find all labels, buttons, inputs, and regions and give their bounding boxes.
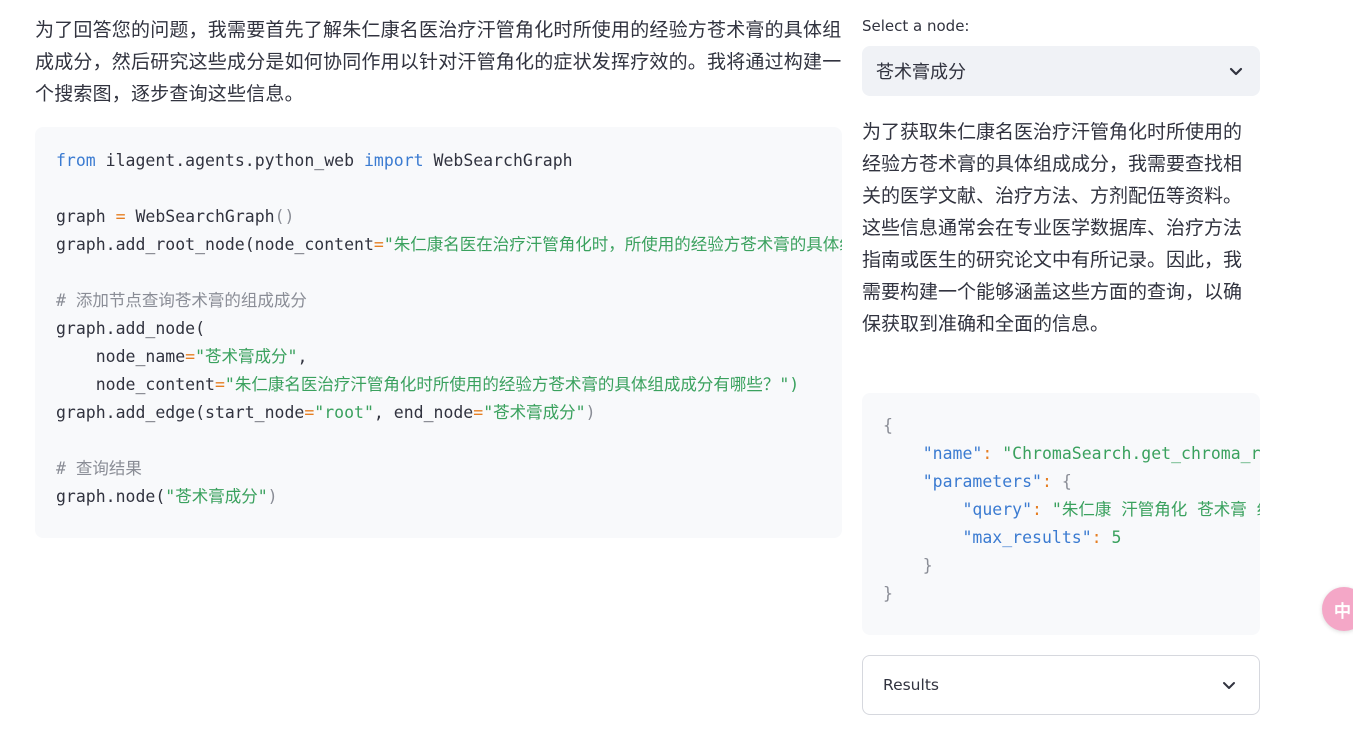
json-key: "name" <box>922 444 983 463</box>
code-text: ilagent.agents.python_web <box>95 151 364 170</box>
code-text: graph <box>56 207 106 226</box>
node-select-value: 苍术膏成分 <box>876 62 966 83</box>
results-label: Results <box>883 676 939 694</box>
json-punct: } <box>922 556 933 575</box>
json-colon: : <box>1032 500 1052 519</box>
json-key: "parameters" <box>922 472 1042 491</box>
code-text: graph.add_root_node(node_content <box>56 235 374 254</box>
code-string: "root" <box>314 403 374 422</box>
json-value: 5 <box>1111 528 1122 547</box>
node-description: 为了获取朱仁康名医治疗汗管角化时所使用的经验方苍术膏的具体组成成分，我需要查找相… <box>862 121 1243 335</box>
code-punct: ) <box>585 403 596 422</box>
json-punct: } <box>883 584 893 603</box>
json-colon: : <box>982 444 1003 463</box>
translate-icon: 中 <box>1334 601 1351 622</box>
code-text: graph.node( <box>56 487 166 506</box>
code-punct: ) <box>267 487 278 506</box>
code-keyword: from <box>56 151 96 170</box>
chevron-down-icon <box>1226 61 1246 81</box>
code-punct: () <box>274 207 295 226</box>
code-comment: # 查询结果 <box>56 459 142 478</box>
code-text: node_name <box>56 347 186 366</box>
json-colon: : <box>1091 528 1112 547</box>
json-colon: : <box>1041 472 1062 491</box>
code-operator: = <box>473 403 484 422</box>
intro-text: 为了回答您的问题，我需要首先了解朱仁康名医治疗汗管角化时所使用的经验方苍术膏的具… <box>35 19 842 105</box>
code-string: "苍术膏成分" <box>483 403 586 422</box>
code-text: node_content <box>56 375 215 394</box>
code-operator: = <box>105 207 136 226</box>
code-text: WebSearchGraph <box>423 151 573 170</box>
json-punct: { <box>1061 472 1072 491</box>
code-text: graph.add_edge(start_node <box>56 403 305 422</box>
intro-section: 为了回答您的问题，我需要首先了解朱仁康名医治疗汗管角化时所使用的经验方苍术膏的具… <box>35 14 842 110</box>
code-string: "朱仁康名医在治疗汗管角化时，所使用的经验方苍术膏的具体组成成分有哪些？" <box>383 235 842 254</box>
code-operator: = <box>214 375 225 394</box>
code-string: "苍术膏成分" <box>165 487 268 506</box>
chevron-down-icon <box>1219 675 1239 695</box>
json-code-block: { "name": "ChromaSearch.get_chroma_resul… <box>862 393 1260 635</box>
code-operator: = <box>373 235 384 254</box>
code-text: graph.add_node( <box>56 319 206 338</box>
json-punct: { <box>883 416 893 435</box>
code-text: WebSearchGraph <box>135 207 275 226</box>
code-operator: = <box>185 347 196 366</box>
code-text: , end_node <box>373 403 474 422</box>
code-block: from ilagent.agents.python_web import We… <box>35 127 842 538</box>
node-select[interactable]: 苍术膏成分 <box>862 46 1260 96</box>
translate-fab-button[interactable]: 中 <box>1322 587 1353 631</box>
json-value: "朱仁康 汗管角化 苍术膏 组成成分" <box>1051 500 1260 519</box>
code-keyword: import <box>363 151 424 170</box>
json-content: { "name": "ChromaSearch.get_chroma_resul… <box>862 393 1260 627</box>
select-label: Select a node: <box>862 17 970 35</box>
code-comment: # 添加节点查询苍术膏的组成成分 <box>56 291 307 310</box>
json-key: "query" <box>962 500 1033 519</box>
json-key: "max_results" <box>962 528 1092 547</box>
code-text: , <box>297 347 308 366</box>
code-content: from ilagent.agents.python_web import We… <box>35 127 842 531</box>
code-operator: = <box>304 403 315 422</box>
code-string: "朱仁康名医治疗汗管角化时所使用的经验方苍术膏的具体组成成分有哪些？") <box>224 375 800 394</box>
code-string: "苍术膏成分" <box>195 347 298 366</box>
json-value: "ChromaSearch.get_chroma_results" <box>1002 444 1260 463</box>
results-expander[interactable]: Results <box>862 655 1260 715</box>
